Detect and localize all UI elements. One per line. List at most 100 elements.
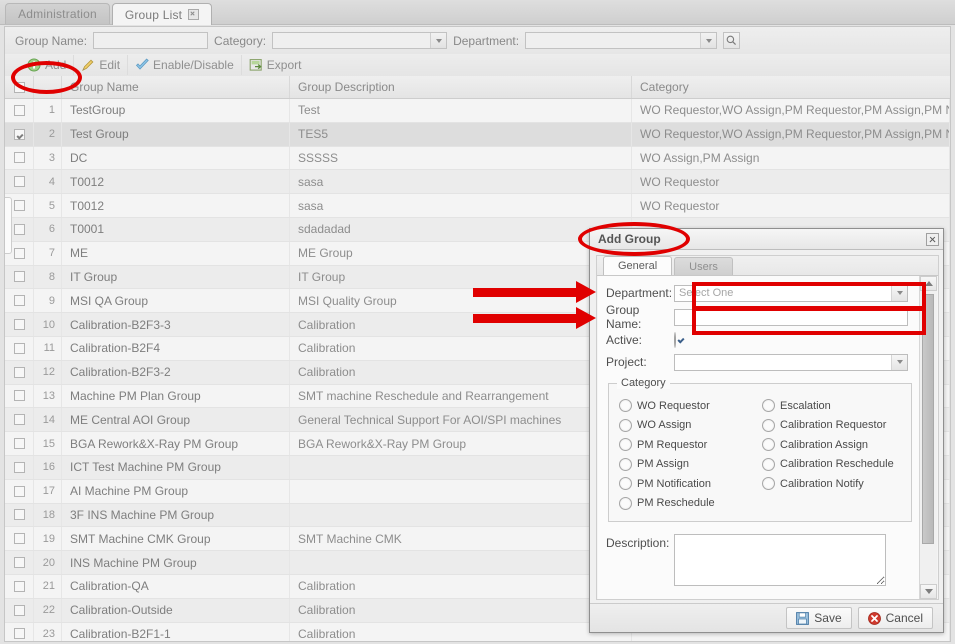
row-select-cell[interactable] <box>5 289 34 313</box>
row-checkbox[interactable] <box>13 366 25 378</box>
category-option[interactable]: WO Requestor <box>619 396 762 416</box>
row-checkbox[interactable] <box>13 628 25 640</box>
radio-icon[interactable] <box>619 399 632 413</box>
cancel-button[interactable]: Cancel <box>857 607 933 629</box>
row-select-cell[interactable] <box>5 479 34 503</box>
row-checkbox[interactable] <box>13 390 25 402</box>
row-checkbox[interactable] <box>13 128 25 140</box>
row-select-cell[interactable] <box>5 146 34 170</box>
category-option[interactable]: Calibration Requestor <box>762 416 905 436</box>
radio-icon[interactable] <box>619 496 632 510</box>
table-row[interactable]: 2 Test Group TES5 WO Requestor,WO Assign,PM… <box>5 122 950 147</box>
chevron-down-icon[interactable] <box>891 354 907 370</box>
group-name-input[interactable] <box>674 308 908 326</box>
search-department-select[interactable] <box>525 32 718 49</box>
table-row[interactable]: 4 T0012 sasa WO Requestor <box>5 170 950 195</box>
close-icon[interactable] <box>188 9 200 20</box>
chevron-down-icon[interactable] <box>700 33 717 48</box>
radio-icon[interactable] <box>762 438 775 452</box>
row-select-cell[interactable] <box>5 99 34 122</box>
row-checkbox[interactable] <box>13 176 25 188</box>
row-select-cell[interactable] <box>5 384 34 408</box>
department-select[interactable]: Select One <box>674 284 908 302</box>
row-checkbox[interactable] <box>13 200 25 212</box>
dialog-vertical-scrollbar[interactable] <box>919 276 937 599</box>
table-row[interactable]: 1 TestGroup Test WO Requestor,WO Assign,PM … <box>5 99 950 123</box>
scroll-up-button[interactable] <box>920 276 937 291</box>
row-select-cell[interactable] <box>5 408 34 432</box>
table-row[interactable]: 3 DC SSSSS WO Assign,PM Assign <box>5 146 950 171</box>
row-checkbox[interactable] <box>13 223 25 235</box>
row-checkbox[interactable] <box>13 580 25 592</box>
search-category-select[interactable] <box>272 32 448 49</box>
row-checkbox[interactable] <box>13 485 25 497</box>
chevron-down-icon[interactable] <box>891 285 907 301</box>
row-select-cell[interactable] <box>5 574 34 598</box>
table-row[interactable]: 5 T0012 sasa WO Requestor <box>5 194 950 218</box>
row-checkbox[interactable] <box>13 295 25 307</box>
radio-icon[interactable] <box>619 477 632 491</box>
category-option[interactable]: PM Notification <box>619 474 762 494</box>
radio-icon[interactable] <box>619 438 632 452</box>
radio-icon[interactable] <box>619 457 632 471</box>
row-select-cell[interactable] <box>5 432 34 455</box>
category-option[interactable]: PM Requestor <box>619 435 762 455</box>
radio-icon[interactable] <box>762 457 775 471</box>
row-select-cell[interactable] <box>5 503 34 527</box>
row-checkbox[interactable] <box>13 271 25 283</box>
column-header-category[interactable]: Category <box>632 76 950 98</box>
dialog-title-bar[interactable]: Add Group <box>590 229 943 250</box>
row-checkbox[interactable] <box>13 319 25 331</box>
search-button[interactable] <box>723 32 741 49</box>
tab-general[interactable]: General <box>603 256 673 275</box>
description-textarea[interactable] <box>674 534 886 586</box>
category-option[interactable]: WO Assign <box>619 416 762 436</box>
row-checkbox[interactable] <box>13 247 25 259</box>
row-select-cell[interactable] <box>5 622 34 641</box>
chevron-down-icon[interactable] <box>430 33 447 48</box>
category-option[interactable]: PM Reschedule <box>619 494 762 514</box>
row-checkbox[interactable] <box>13 342 25 354</box>
column-header-group-name[interactable]: Group Name <box>62 76 290 98</box>
column-header-group-description[interactable]: Group Description <box>290 76 632 98</box>
radio-icon[interactable] <box>762 399 775 413</box>
row-checkbox[interactable] <box>13 438 25 450</box>
left-pane-expand-handle[interactable] <box>5 197 12 254</box>
row-select-cell[interactable] <box>5 313 34 336</box>
add-button[interactable]: Add <box>19 55 75 75</box>
row-select-cell[interactable] <box>5 598 34 622</box>
category-option[interactable]: Calibration Notify <box>762 474 905 494</box>
project-select[interactable] <box>674 353 908 371</box>
row-select-cell[interactable] <box>5 265 34 289</box>
row-select-cell[interactable] <box>5 122 34 146</box>
row-select-cell[interactable] <box>5 336 34 360</box>
search-group-name-input[interactable] <box>93 32 209 49</box>
export-button[interactable]: Export <box>242 55 309 75</box>
category-option[interactable]: PM Assign <box>619 455 762 475</box>
row-checkbox[interactable] <box>13 509 25 521</box>
tab-administration[interactable]: Administration <box>5 3 110 24</box>
radio-icon[interactable] <box>762 418 775 432</box>
save-button[interactable]: Save <box>786 607 852 629</box>
row-select-cell[interactable] <box>5 527 34 551</box>
scroll-down-button[interactable] <box>920 584 937 599</box>
row-select-cell[interactable] <box>5 170 34 194</box>
row-select-cell[interactable] <box>5 551 34 574</box>
tab-users[interactable]: Users <box>674 257 733 275</box>
enable-disable-button[interactable]: Enable/Disable <box>128 55 242 75</box>
scrollbar-thumb[interactable] <box>922 294 934 544</box>
row-select-cell[interactable] <box>5 360 34 384</box>
select-all-checkbox[interactable] <box>13 81 25 93</box>
category-option[interactable]: Escalation <box>762 396 905 416</box>
edit-button[interactable]: Edit <box>74 55 129 75</box>
row-checkbox[interactable] <box>13 104 25 116</box>
radio-icon[interactable] <box>619 418 632 432</box>
radio-icon[interactable] <box>762 477 775 491</box>
row-checkbox[interactable] <box>13 557 25 569</box>
row-select-cell[interactable] <box>5 455 34 479</box>
close-icon[interactable] <box>926 232 939 246</box>
category-option[interactable]: Calibration Assign <box>762 435 905 455</box>
row-checkbox[interactable] <box>13 533 25 545</box>
category-option[interactable]: Calibration Reschedule <box>762 455 905 475</box>
select-all-header[interactable] <box>5 76 34 98</box>
